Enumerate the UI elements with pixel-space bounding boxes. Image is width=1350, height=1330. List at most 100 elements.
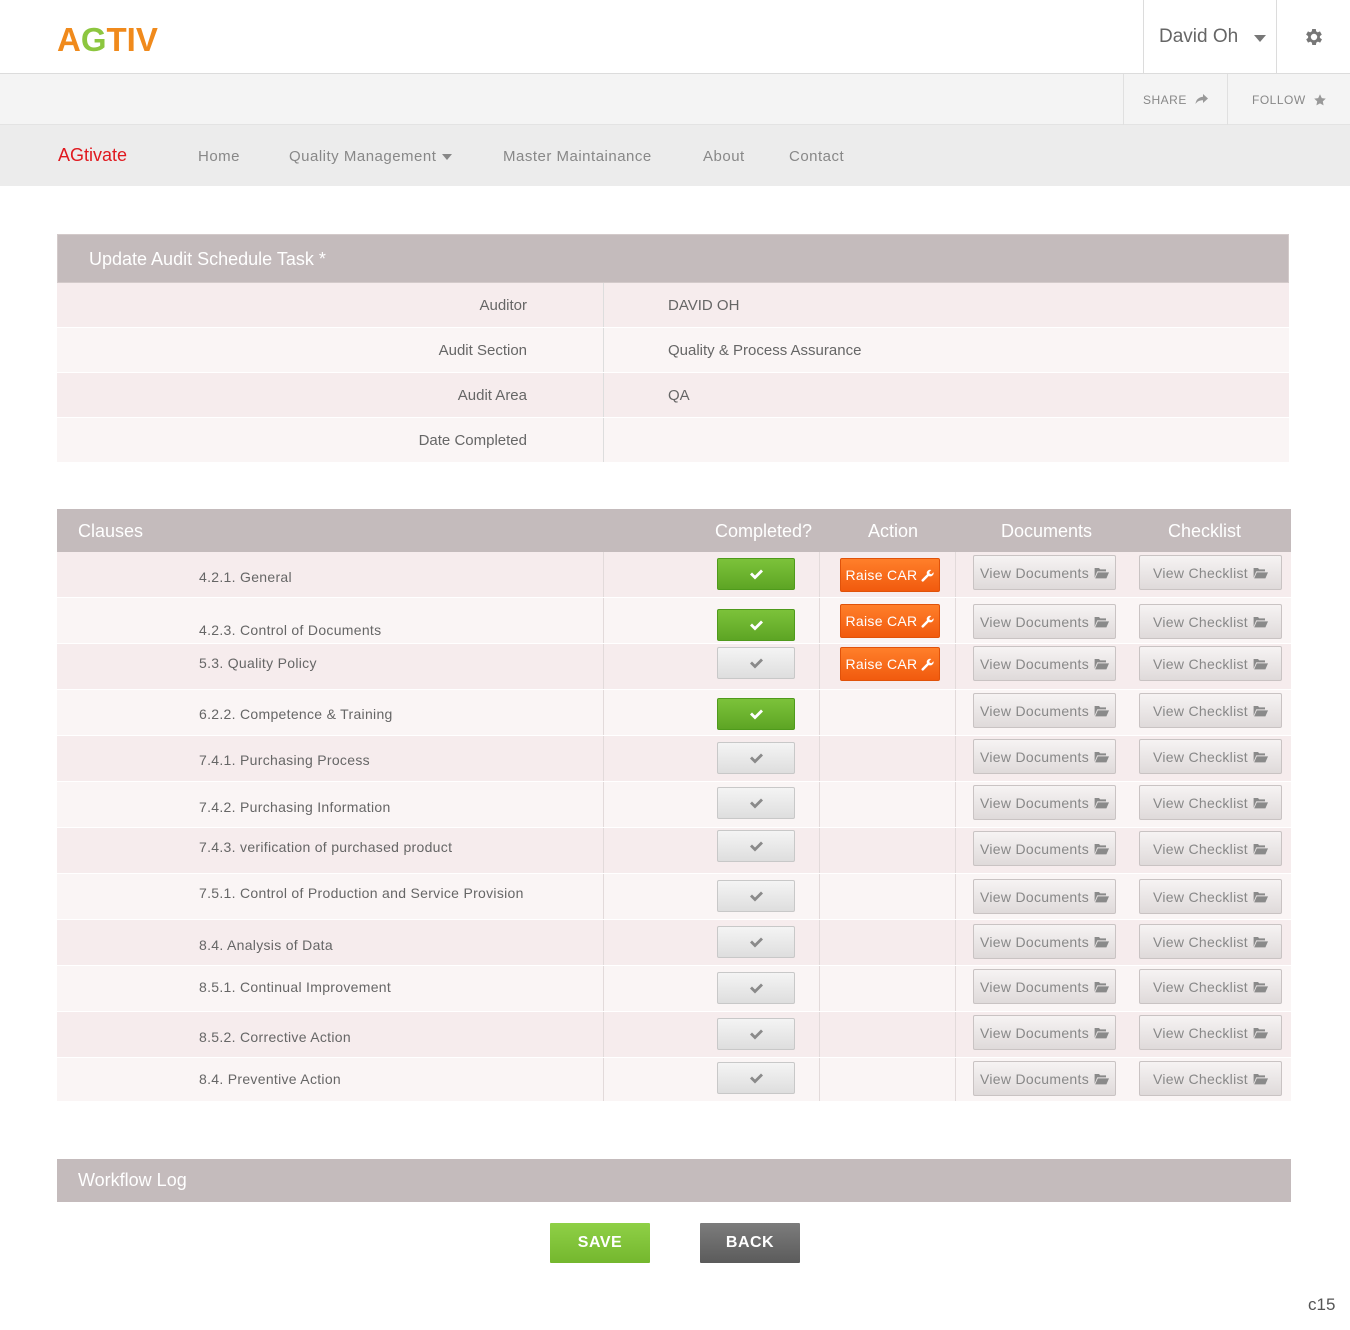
clause-name: 7.4.2. Purchasing Information <box>199 799 391 815</box>
clause-name: 7.4.1. Purchasing Process <box>199 752 370 768</box>
nav-quality-management[interactable]: Quality Management <box>289 148 453 165</box>
clause-name: 7.5.1. Control of Production and Service… <box>199 885 524 901</box>
view-documents-button[interactable]: View Documents <box>973 831 1116 866</box>
view-checklist-label: View Checklist <box>1153 978 1248 995</box>
nav-home[interactable]: Home <box>198 148 240 165</box>
view-checklist-button[interactable]: View Checklist <box>1139 1015 1282 1050</box>
view-checklist-label: View Checklist <box>1153 1070 1248 1087</box>
completed-toggle[interactable] <box>717 558 795 590</box>
user-menu[interactable]: David Oh <box>1143 0 1277 74</box>
view-documents-button[interactable]: View Documents <box>973 969 1116 1004</box>
completed-toggle[interactable] <box>717 1062 795 1094</box>
view-documents-button[interactable]: View Documents <box>973 604 1116 639</box>
auditor-label: Auditor <box>57 283 604 327</box>
main-nav: AGtivate Home Quality Management Master … <box>0 125 1350 186</box>
column-divider <box>955 598 956 643</box>
settings-button[interactable] <box>1277 0 1350 74</box>
view-checklist-button[interactable]: View Checklist <box>1139 924 1282 959</box>
checkmark-icon <box>749 891 763 902</box>
back-button[interactable]: BACK <box>700 1223 800 1263</box>
completed-toggle[interactable] <box>717 880 795 912</box>
nav-contact[interactable]: Contact <box>789 148 844 165</box>
view-documents-button[interactable]: View Documents <box>973 1061 1116 1096</box>
column-divider <box>819 736 820 781</box>
gear-icon <box>1305 29 1322 45</box>
date-completed-label: Date Completed <box>57 418 604 462</box>
completed-toggle[interactable] <box>717 609 795 641</box>
checkmark-icon <box>749 620 763 631</box>
view-documents-button[interactable]: View Documents <box>973 555 1116 590</box>
view-documents-label: View Documents <box>980 840 1089 857</box>
table-row: 7.4.1. Purchasing Process View Documents V… <box>57 736 1291 782</box>
user-name: David Oh <box>1159 26 1239 47</box>
column-divider <box>819 552 820 597</box>
view-documents-button[interactable]: View Documents <box>973 739 1116 774</box>
clause-name: 6.2.2. Competence & Training <box>199 706 393 722</box>
view-documents-button[interactable]: View Documents <box>973 879 1116 914</box>
column-divider <box>603 690 604 735</box>
folder-open-icon <box>1094 567 1109 579</box>
share-button[interactable]: SHARE <box>1123 74 1228 125</box>
completed-toggle[interactable] <box>717 698 795 730</box>
checkmark-icon <box>749 841 763 852</box>
raise-car-button[interactable]: Raise CAR <box>840 604 940 638</box>
view-checklist-button[interactable]: View Checklist <box>1139 785 1282 820</box>
view-checklist-button[interactable]: View Checklist <box>1139 693 1282 728</box>
view-checklist-button[interactable]: View Checklist <box>1139 1061 1282 1096</box>
view-checklist-button[interactable]: View Checklist <box>1139 879 1282 914</box>
column-divider <box>819 1012 820 1057</box>
clause-name: 7.4.3. verification of purchased product <box>199 839 453 855</box>
view-checklist-button[interactable]: View Checklist <box>1139 604 1282 639</box>
table-row: 7.4.3. verification of purchased product… <box>57 828 1291 874</box>
view-documents-label: View Documents <box>980 748 1089 765</box>
raise-car-label: Raise CAR <box>845 656 918 672</box>
view-documents-button[interactable]: View Documents <box>973 924 1116 959</box>
table-row: 8.5.1. Continual Improvement View Documen… <box>57 966 1291 1012</box>
raise-car-button[interactable]: Raise CAR <box>840 558 940 592</box>
view-documents-button[interactable]: View Documents <box>973 1015 1116 1050</box>
completed-toggle[interactable] <box>717 742 795 774</box>
agtiv-logo[interactable]: AGTIV <box>57 22 158 58</box>
checkmark-icon <box>749 709 763 720</box>
completed-toggle[interactable] <box>717 1018 795 1050</box>
column-divider <box>603 874 604 919</box>
nav-about[interactable]: About <box>703 148 745 165</box>
audit-area-label: Audit Area <box>57 373 604 417</box>
view-checklist-button[interactable]: View Checklist <box>1139 969 1282 1004</box>
view-checklist-button[interactable]: View Checklist <box>1139 739 1282 774</box>
raise-car-button[interactable]: Raise CAR <box>840 647 940 681</box>
view-checklist-button[interactable]: View Checklist <box>1139 831 1282 866</box>
completed-toggle[interactable] <box>717 830 795 862</box>
col-checklist: Checklist <box>1168 521 1242 541</box>
completed-toggle[interactable] <box>717 787 795 819</box>
follow-button[interactable]: FOLLOW <box>1227 74 1350 125</box>
nav-master-maintainance[interactable]: Master Maintainance <box>503 148 652 165</box>
view-checklist-button[interactable]: View Checklist <box>1139 646 1282 681</box>
view-checklist-label: View Checklist <box>1153 655 1248 672</box>
table-row: 8.4. Analysis of Data View Documents View … <box>57 920 1291 966</box>
view-documents-label: View Documents <box>980 933 1089 950</box>
view-documents-button[interactable]: View Documents <box>973 646 1116 681</box>
column-divider <box>603 966 604 1011</box>
checkmark-icon <box>749 1029 763 1040</box>
brand-link[interactable]: AGtivate <box>58 145 127 166</box>
completed-toggle[interactable] <box>717 972 795 1004</box>
column-divider <box>603 1012 604 1057</box>
view-checklist-button[interactable]: View Checklist <box>1139 555 1282 590</box>
clauses-table-body: 4.2.1. General Raise CAR View Documents Vie… <box>57 552 1291 1102</box>
column-divider <box>819 874 820 919</box>
table-row: 4.2.3. Control of Documents Raise CAR View… <box>57 598 1291 644</box>
wrench-icon <box>921 615 935 628</box>
view-documents-button[interactable]: View Documents <box>973 693 1116 728</box>
column-divider <box>603 736 604 781</box>
column-divider <box>955 1012 956 1057</box>
view-documents-label: View Documents <box>980 1024 1089 1041</box>
auditor-value: DAVID OH <box>668 297 740 314</box>
column-divider <box>819 1058 820 1101</box>
completed-toggle[interactable] <box>717 926 795 958</box>
save-button[interactable]: SAVE <box>550 1223 650 1263</box>
view-documents-button[interactable]: View Documents <box>973 785 1116 820</box>
completed-toggle[interactable] <box>717 647 795 679</box>
folder-open-icon <box>1094 936 1109 948</box>
chevron-down-icon <box>442 153 453 160</box>
